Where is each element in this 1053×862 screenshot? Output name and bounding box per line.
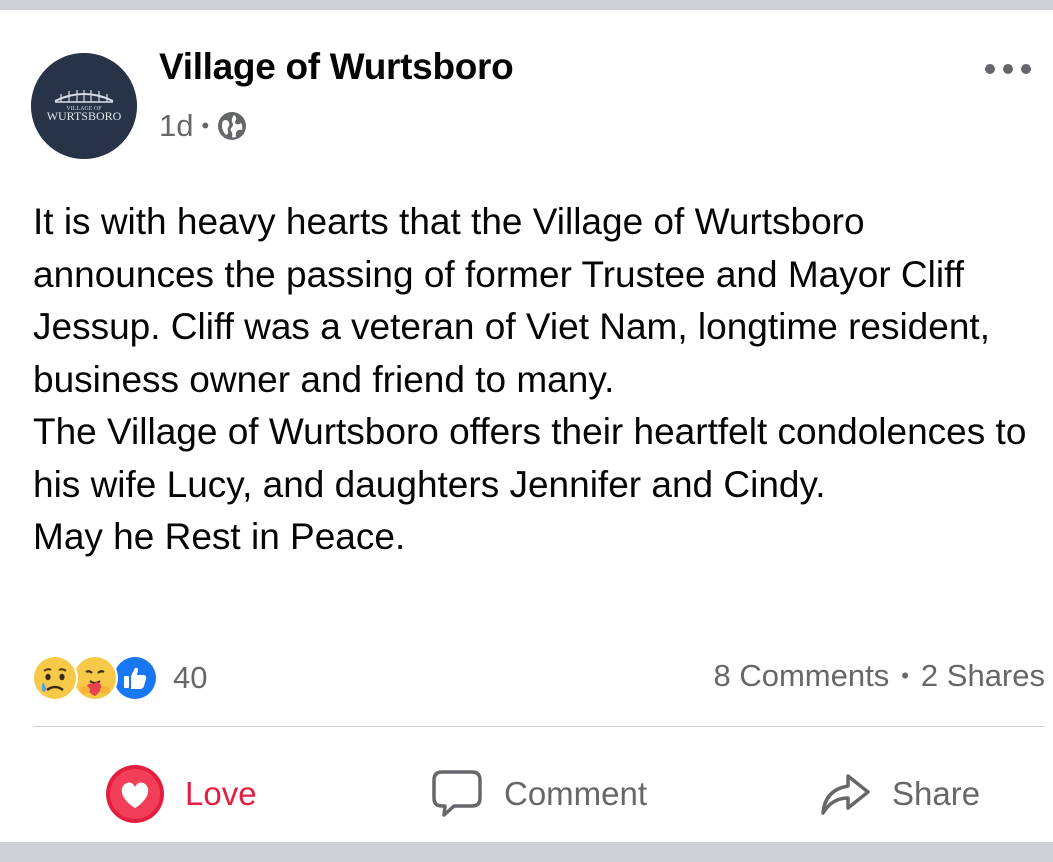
comment-button-label: Comment (504, 775, 648, 812)
post-paragraph: May he Rest in Peace. (33, 516, 406, 557)
love-reaction-icon (105, 764, 165, 824)
love-button[interactable]: Love (105, 758, 257, 830)
village-logo: VILLAGE OF WURTSBORO (31, 53, 137, 159)
globe-icon[interactable] (217, 111, 247, 141)
svg-text:WURTSBORO: WURTSBORO (47, 109, 122, 123)
post-paragraph: It is with heavy hearts that the Village… (33, 201, 990, 400)
engagement-stats: 8 Comments • 2 Shares (713, 658, 1045, 694)
page-avatar[interactable]: VILLAGE OF WURTSBORO (31, 53, 137, 159)
post-card: VILLAGE OF WURTSBORO Village of Wurtsbor… (0, 10, 1053, 842)
post-body: It is with heavy hearts that the Village… (33, 196, 1043, 564)
share-button-label: Share (892, 775, 981, 812)
reaction-count[interactable]: 40 (173, 660, 207, 696)
reaction-summary[interactable]: 40 (31, 650, 207, 706)
sad-reaction-icon (31, 654, 79, 702)
comment-icon (430, 768, 484, 820)
stats-separator: • (901, 663, 909, 688)
post-paragraph: The Village of Wurtsboro offers their he… (33, 411, 1027, 505)
share-arrow-icon (818, 770, 872, 818)
post-timestamp[interactable]: 1d (159, 108, 193, 144)
actions-divider (33, 726, 1045, 727)
comment-button[interactable]: Comment (430, 758, 647, 830)
more-options-icon[interactable] (985, 54, 1031, 84)
comments-count-link[interactable]: 8 Comments (713, 658, 889, 694)
share-button[interactable]: Share (818, 758, 980, 830)
page-name-link[interactable]: Village of Wurtsboro (159, 46, 514, 88)
love-button-label: Love (185, 775, 257, 812)
post-meta: 1d • (159, 106, 247, 146)
meta-separator: • (201, 113, 210, 138)
shares-count-link[interactable]: 2 Shares (921, 658, 1045, 694)
